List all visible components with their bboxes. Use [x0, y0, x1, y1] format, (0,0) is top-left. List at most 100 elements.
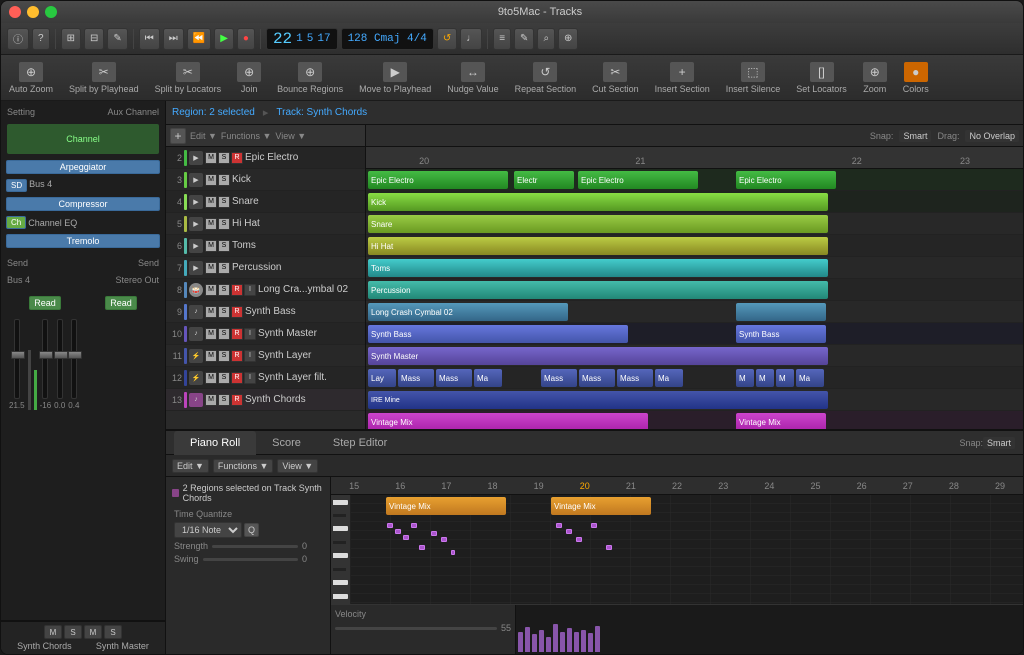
track-13-mute[interactable]: M: [205, 394, 217, 406]
channel-eq-plugin[interactable]: Ch: [6, 216, 26, 229]
move-playhead-tool[interactable]: ▶ Move to Playhead: [359, 62, 431, 94]
fader-track-1[interactable]: [14, 319, 20, 399]
minimize-button[interactable]: [27, 6, 39, 18]
solo-btn-1[interactable]: S: [64, 625, 82, 639]
track-9-mute[interactable]: M: [205, 306, 217, 318]
pr-snap-value[interactable]: Smart: [983, 437, 1015, 449]
read-button-2[interactable]: Read: [105, 296, 137, 310]
fader-knob-3[interactable]: [54, 351, 68, 359]
repeat-section-tool[interactable]: ↺ Repeat Section: [515, 62, 577, 94]
fader-track-4[interactable]: [71, 319, 77, 399]
track-3-solo[interactable]: S: [218, 174, 230, 186]
track-11-mute[interactable]: M: [205, 350, 217, 362]
tab-step-editor[interactable]: Step Editor: [317, 431, 403, 455]
note-10[interactable]: [566, 529, 572, 534]
track-6-mute[interactable]: M: [205, 240, 217, 252]
note-13[interactable]: [606, 545, 612, 550]
piano-key-b2[interactable]: [333, 514, 346, 517]
region-synthmaster-1[interactable]: Synth Master: [368, 347, 828, 365]
track-6-solo[interactable]: S: [218, 240, 230, 252]
note-4[interactable]: [411, 523, 417, 528]
fader-knob-4[interactable]: [68, 351, 82, 359]
list-view-button[interactable]: ≡: [493, 28, 511, 50]
snap-value[interactable]: Smart: [899, 130, 931, 142]
split-playhead-tool[interactable]: ✂ Split by Playhead: [69, 62, 139, 94]
piano-key-c2[interactable]: [333, 594, 348, 599]
region-epic-electro-2[interactable]: Electr: [514, 171, 574, 189]
insert-section-tool[interactable]: + Insert Section: [655, 62, 710, 94]
maximize-button[interactable]: [45, 6, 57, 18]
track-2-mute[interactable]: M: [205, 152, 217, 164]
track-2-solo[interactable]: S: [218, 152, 230, 164]
track-4-mute[interactable]: M: [205, 196, 217, 208]
note-2[interactable]: [395, 529, 401, 534]
inspector-button[interactable]: ⓘ: [7, 28, 29, 50]
note-3[interactable]: [403, 535, 409, 540]
region-snare-1[interactable]: Snare: [368, 215, 828, 233]
region-epic-electro-1[interactable]: Epic Electro: [368, 171, 508, 189]
pr-region-vintage-2[interactable]: Vintage Mix: [551, 497, 651, 515]
piano-key-d2[interactable]: [333, 580, 348, 585]
region-syntchords-2[interactable]: Vintage Mix: [736, 413, 826, 429]
track-12-solo[interactable]: S: [218, 372, 230, 384]
region-synthlayer-2[interactable]: Mass: [398, 369, 434, 387]
track-9-rec[interactable]: R: [231, 306, 243, 318]
quantize-q-btn[interactable]: Q: [244, 523, 259, 537]
region-synthlayer-5[interactable]: Mass: [541, 369, 577, 387]
note-6[interactable]: [431, 531, 437, 536]
piano-key-f2[interactable]: [333, 553, 348, 558]
track-12-mute[interactable]: M: [205, 372, 217, 384]
region-synthlayer-11[interactable]: M: [776, 369, 794, 387]
note-12[interactable]: [591, 523, 597, 528]
es2-plugin[interactable]: SD: [6, 179, 27, 192]
note-7[interactable]: [441, 537, 447, 542]
bounce-regions-tool[interactable]: ⊕ Bounce Regions: [277, 62, 343, 94]
region-synthlayer-6[interactable]: Mass: [579, 369, 615, 387]
track-11-solo[interactable]: S: [218, 350, 230, 362]
region-cymbal-2[interactable]: [736, 303, 826, 321]
region-synthlayer-4[interactable]: Ma: [474, 369, 502, 387]
fader-track-2[interactable]: [42, 319, 48, 399]
track-13-rec[interactable]: R: [231, 394, 243, 406]
velocity-slider[interactable]: [335, 627, 497, 630]
track-11-i[interactable]: I: [244, 350, 256, 362]
track-4-solo[interactable]: S: [218, 196, 230, 208]
region-kick-1[interactable]: Kick: [368, 193, 828, 211]
track-2-rec[interactable]: R: [231, 152, 243, 164]
fader-knob-1[interactable]: [11, 351, 25, 359]
region-epic-electro-3[interactable]: Epic Electro: [578, 171, 698, 189]
region-synthlayer-7[interactable]: Mass: [617, 369, 653, 387]
tab-score[interactable]: Score: [256, 431, 317, 455]
piano-key-a2[interactable]: [333, 526, 348, 531]
split-locators-tool[interactable]: ✂ Split by Locators: [155, 62, 222, 94]
tuner-button[interactable]: ♩: [460, 28, 482, 50]
note-5[interactable]: [419, 545, 425, 550]
mixer-button[interactable]: ⊟: [84, 28, 104, 50]
arpeggiator-plugin[interactable]: Arpeggiator: [6, 160, 160, 174]
fader-track-3[interactable]: [57, 319, 63, 399]
pr-view-btn[interactable]: View ▼: [277, 459, 318, 473]
note-pad-button[interactable]: ✎: [514, 28, 534, 50]
piano-key-e2[interactable]: [333, 568, 346, 571]
track-10-i[interactable]: I: [244, 328, 256, 340]
region-syntchords-1[interactable]: Vintage Mix: [368, 413, 648, 429]
strength-slider[interactable]: [212, 545, 298, 548]
fader-knob-2[interactable]: [39, 351, 53, 359]
mute-btn-2[interactable]: M: [84, 625, 102, 639]
track-5-mute[interactable]: M: [205, 218, 217, 230]
compressor-plugin[interactable]: Compressor: [6, 197, 160, 211]
join-tool[interactable]: ⊕ Join: [237, 62, 261, 94]
cut-section-tool[interactable]: ✂ Cut Section: [592, 62, 639, 94]
search-button[interactable]: ⌕: [537, 28, 555, 50]
region-synthbass-1[interactable]: Synth Bass: [368, 325, 628, 343]
colors-tool[interactable]: ● Colors: [903, 62, 929, 94]
track-8-i[interactable]: I: [244, 284, 256, 296]
drag-value[interactable]: No Overlap: [965, 130, 1019, 142]
nudge-tool[interactable]: ↔ Nudge Value: [447, 62, 498, 94]
solo-btn-2[interactable]: S: [104, 625, 122, 639]
track-8-rec[interactable]: R: [231, 284, 243, 296]
mute-btn-1[interactable]: M: [44, 625, 62, 639]
note-9[interactable]: [556, 523, 562, 528]
region-synthlayer-12[interactable]: Ma: [796, 369, 824, 387]
swing-slider[interactable]: [203, 558, 298, 561]
